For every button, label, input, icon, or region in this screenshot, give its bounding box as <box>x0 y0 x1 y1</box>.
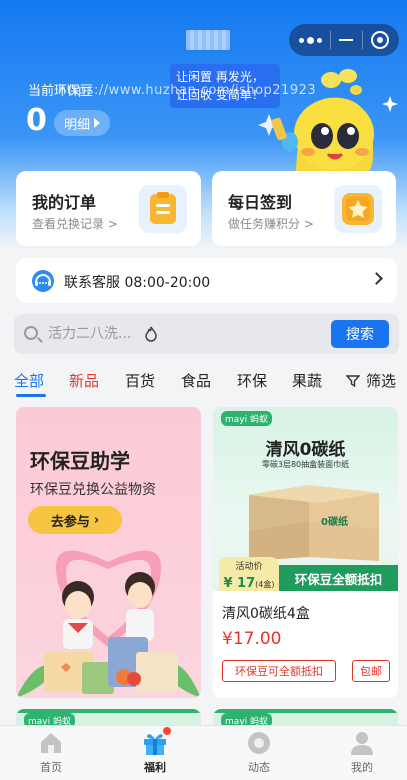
product-price: ¥17.00 <box>222 629 282 649</box>
product-image-title: 清风0碳纸 <box>265 440 346 460</box>
bottom-tab-bar: 首页 福利 动态 我的 <box>0 725 407 780</box>
tabbar-home-label: 首页 <box>40 761 62 774</box>
search-button[interactable]: 搜索 <box>331 320 389 348</box>
offset-banner: 环保豆全额抵扣 <box>279 565 398 591</box>
person-icon <box>349 730 375 756</box>
tabbar-home[interactable]: 首页 <box>21 730 81 775</box>
my-orders-title: 我的订单 <box>32 193 97 212</box>
tabbar-welfare-label: 福利 <box>144 761 166 774</box>
category-tabs: 全部 新品 百货 食品 环保 果蔬 筛选 <box>0 364 407 398</box>
brand-badge: mayi 蚂蚁 <box>221 411 272 426</box>
offset-tag: 环保豆可全额抵扣 <box>222 660 336 682</box>
watermark-url: https://www.huzhan.com/ishop21923 <box>58 83 317 98</box>
tab-produce[interactable]: 果蔬 <box>292 370 322 391</box>
tab-food[interactable]: 食品 <box>181 370 211 391</box>
tab-all[interactable]: 全部 <box>14 370 44 391</box>
home-icon <box>38 730 64 756</box>
status-bar-blurred <box>186 30 230 50</box>
search-input[interactable] <box>48 320 328 348</box>
promo-card[interactable]: 环保豆助学 环保豆兑换公益物资 去参与 › <box>16 407 201 698</box>
my-orders-card[interactable]: 我的订单 查看兑换记录 > <box>16 171 201 246</box>
detail-button[interactable]: 明细 <box>54 110 111 136</box>
search-bar: 搜索 <box>14 314 399 354</box>
daily-signin-subtitle: 做任务赚积分 > <box>228 217 314 231</box>
activity-price-unit: (4盒) <box>255 580 275 589</box>
notification-dot <box>163 727 171 735</box>
mascot-bee-icon <box>258 69 398 172</box>
chevron-right-icon: › <box>93 512 100 528</box>
tabbar-feed[interactable]: 动态 <box>229 730 289 775</box>
daily-signin-title: 每日签到 <box>228 193 293 212</box>
tab-eco[interactable]: 环保 <box>237 370 267 391</box>
filter-icon[interactable] <box>346 374 360 388</box>
activity-price-badge: 活动价 ¥ 17(4盒) <box>219 557 279 591</box>
product-image-subtitle: 零碳3层80抽盒装面巾纸 <box>261 460 350 469</box>
tabbar-mine[interactable]: 我的 <box>332 730 392 775</box>
miniprogram-capsule <box>289 24 399 56</box>
star-badge-icon <box>334 185 382 233</box>
customer-service-label: 联系客服 08:00-20:00 <box>64 275 211 291</box>
free-shipping-tag: 包邮 <box>352 660 390 682</box>
close-target-icon[interactable] <box>370 31 389 49</box>
search-icon <box>24 326 38 340</box>
tabbar-mine-label: 我的 <box>351 761 373 774</box>
more-icon[interactable] <box>299 36 323 44</box>
tab-general[interactable]: 百货 <box>125 370 155 391</box>
my-orders-subtitle: 查看兑换记录 > <box>32 217 118 231</box>
product-image: mayi 蚂蚁 清风0碳纸 零碳3层80抽盒装面巾纸 0碳纸 活动价 ¥ 17(… <box>213 407 398 591</box>
promo-subtitle: 环保豆兑换公益物资 <box>30 482 156 498</box>
students-illustration-icon <box>16 550 201 698</box>
activity-price-value: ¥ 17 <box>223 576 256 591</box>
triangle-right-icon <box>94 118 101 128</box>
tabbar-feed-label: 动态 <box>248 761 270 774</box>
gift-icon <box>142 727 171 756</box>
promo-title: 环保豆助学 <box>30 449 130 473</box>
detail-label: 明细 <box>64 117 91 133</box>
active-tab-indicator <box>16 394 46 397</box>
activity-price-label: 活动价 <box>235 562 263 572</box>
minimize-icon[interactable] <box>339 39 354 41</box>
tab-filter[interactable]: 筛选 <box>366 370 396 391</box>
order-list-icon <box>139 185 187 233</box>
tab-new[interactable]: 新品 <box>69 370 99 391</box>
headset-icon <box>32 270 54 292</box>
chevron-right-icon <box>370 272 383 285</box>
tissue-boxes-icon <box>249 485 379 561</box>
daily-signin-card[interactable]: 每日签到 做任务赚积分 > <box>212 171 396 246</box>
flame-icon <box>145 326 157 342</box>
customer-service-bar[interactable]: 联系客服 08:00-20:00 <box>16 258 397 303</box>
bean-count: 0 <box>26 103 47 138</box>
camera-lens-icon <box>246 730 272 756</box>
product-card[interactable]: mayi 蚂蚁 清风0碳纸 零碳3层80抽盒装面巾纸 0碳纸 活动价 ¥ 17(… <box>213 407 398 698</box>
tabbar-welfare[interactable]: 福利 <box>125 727 185 775</box>
product-name: 清风0碳纸4盒 <box>222 606 310 622</box>
box-label-text: 0碳纸 <box>321 517 348 528</box>
